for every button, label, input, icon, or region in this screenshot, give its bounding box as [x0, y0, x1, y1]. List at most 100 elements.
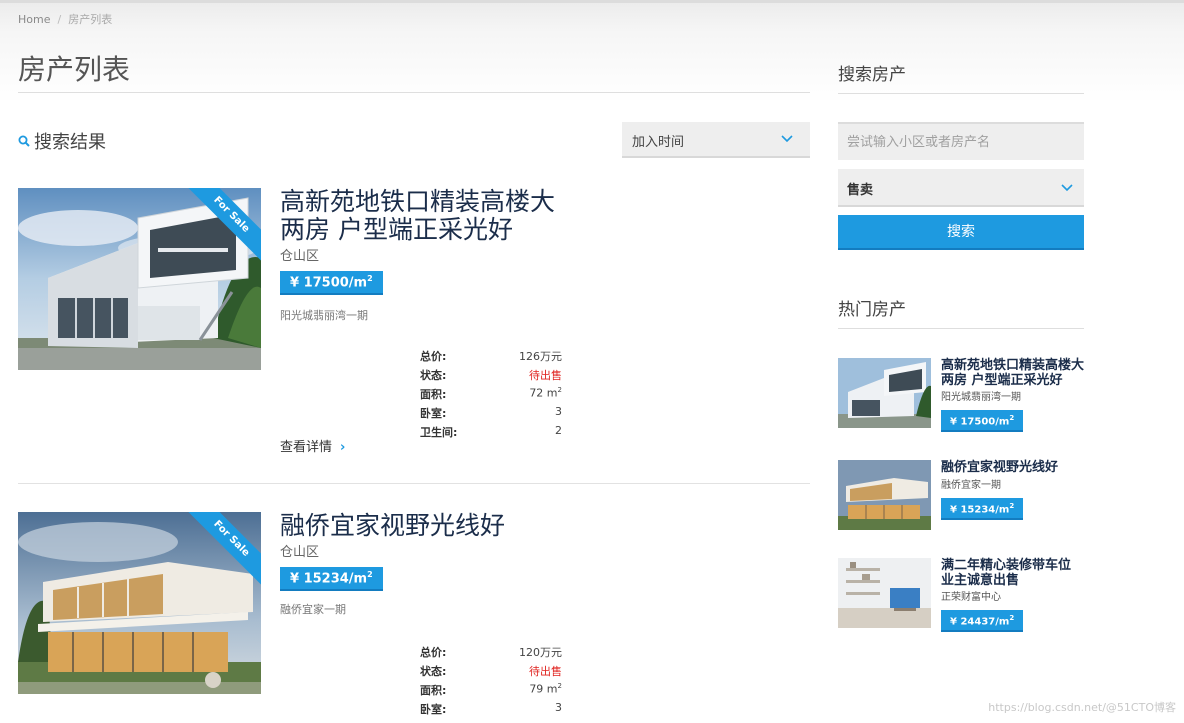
- hot-property-photo[interactable]: [838, 460, 931, 530]
- spec-table: 总价: 126万元 状态: 待出售 面积: 72 m2 卧室: 3 卫生间: 2: [420, 348, 562, 443]
- hot-property-community: 正荣财富中心: [941, 592, 1001, 603]
- search-section-title: 搜索房产: [838, 65, 906, 85]
- view-details-label: 查看详情: [280, 440, 333, 455]
- view-details-link[interactable]: 查看详情 ›: [280, 436, 345, 455]
- breadcrumb-current: 房产列表: [68, 13, 113, 26]
- price-badge: ¥ 15234/m2: [280, 567, 383, 591]
- spec-row: 状态: 待出售: [420, 663, 562, 682]
- listing-district: 仓山区: [280, 545, 320, 560]
- spec-row: 卫生间: 2: [420, 424, 562, 443]
- listing-title[interactable]: 高新苑地铁口精装高楼大两房 户型端正采光好: [280, 188, 570, 244]
- search-button[interactable]: 搜索: [838, 215, 1084, 250]
- spec-value: 72 m2: [529, 386, 562, 405]
- page-title: 房产列表: [18, 53, 131, 86]
- hot-price-badge: ¥ 24437/m2: [941, 610, 1024, 632]
- spec-key: 状态:: [420, 665, 447, 678]
- sale-type-value: 售卖: [847, 183, 874, 198]
- spec-table: 总价: 120万元 状态: 待出售 面积: 79 m2 卧室: 3: [420, 644, 562, 720]
- listing-community: 阳光城翡丽湾一期: [280, 309, 368, 322]
- top-band: [0, 0, 1184, 100]
- sort-select[interactable]: 加入时间: [622, 122, 810, 158]
- divider: [838, 93, 1084, 94]
- spec-value: 120万元: [519, 646, 562, 659]
- house-thumb-2: [838, 460, 931, 530]
- hot-property-community: 融侨宜家一期: [941, 480, 1001, 491]
- spec-row: 卧室: 3: [420, 701, 562, 720]
- hot-price-badge: ¥ 17500/m2: [941, 410, 1024, 432]
- price-unit-exponent: 2: [367, 274, 373, 283]
- area-unit-exponent: 2: [557, 386, 562, 394]
- spec-row: 面积: 72 m2: [420, 386, 562, 405]
- spec-value: 3: [555, 405, 562, 418]
- listing-card: For Sale 融侨宜家视野光线好 仓山区 ¥ 15234/m2 融侨宜家一期…: [18, 512, 810, 723]
- status-value: 待出售: [529, 665, 562, 678]
- hot-price-exponent: 2: [1009, 502, 1015, 510]
- sale-type-select[interactable]: 售卖: [838, 169, 1084, 207]
- spec-value: 126万元: [519, 350, 562, 363]
- search-input[interactable]: [838, 122, 1084, 160]
- spec-value: 79 m2: [529, 682, 562, 701]
- interior-thumb-3: [838, 558, 931, 628]
- search-icon: [18, 135, 30, 147]
- results-heading: 搜索结果: [18, 128, 106, 154]
- spec-key: 总价:: [420, 646, 447, 659]
- house-thumb-1: [838, 358, 931, 428]
- spec-key: 总价:: [420, 350, 447, 363]
- property-photo[interactable]: For Sale: [18, 188, 261, 370]
- chevron-right-icon: ›: [340, 440, 346, 455]
- spec-value: 2: [555, 424, 562, 437]
- breadcrumb: Home / 房产列表: [18, 11, 112, 27]
- listing-title[interactable]: 融侨宜家视野光线好: [280, 512, 610, 540]
- spec-row: 面积: 79 m2: [420, 682, 562, 701]
- area-unit-exponent: 2: [557, 682, 562, 690]
- divider: [18, 92, 810, 93]
- hot-property-item[interactable]: 高新苑地铁口精装高楼大两房 户型端正采光好 阳光城翡丽湾一期 ¥ 17500/m…: [838, 358, 1084, 436]
- spec-row: 卧室: 3: [420, 405, 562, 424]
- hot-price-value: ¥ 15234/m: [950, 504, 1010, 516]
- listing-district: 仓山区: [280, 249, 320, 264]
- hot-section-title: 热门房产: [838, 300, 906, 320]
- hot-property-title[interactable]: 融侨宜家视野光线好: [941, 460, 1084, 475]
- spec-row: 总价: 126万元: [420, 348, 562, 367]
- spec-row: 状态: 待出售: [420, 367, 562, 386]
- listing-community: 融侨宜家一期: [280, 603, 346, 616]
- spec-key: 卧室:: [420, 703, 447, 716]
- property-photo[interactable]: For Sale: [18, 512, 261, 694]
- hot-price-exponent: 2: [1009, 614, 1015, 622]
- spec-key: 面积:: [420, 684, 447, 697]
- chevron-down-icon: [781, 135, 793, 143]
- hot-price-value: ¥ 24437/m: [950, 616, 1010, 628]
- divider: [838, 328, 1084, 329]
- spec-key: 面积:: [420, 388, 447, 401]
- spec-row: 总价: 120万元: [420, 644, 562, 663]
- sort-value: 加入时间: [632, 135, 685, 150]
- hot-price-badge: ¥ 15234/m2: [941, 498, 1024, 520]
- hot-property-item[interactable]: 融侨宜家视野光线好 融侨宜家一期 ¥ 15234/m2: [838, 460, 1084, 532]
- hot-property-photo[interactable]: [838, 358, 931, 428]
- chevron-down-icon: [1061, 184, 1073, 192]
- spec-key: 卫生间:: [420, 426, 458, 439]
- area-value: 72 m: [529, 386, 558, 400]
- breadcrumb-home[interactable]: Home: [18, 13, 50, 26]
- price-value: ¥ 15234/m: [290, 571, 368, 587]
- hot-price-value: ¥ 17500/m: [950, 416, 1010, 428]
- price-unit-exponent: 2: [367, 570, 373, 579]
- watermark: https://blog.csdn.net/@51CTO博客: [988, 701, 1176, 714]
- hot-property-item[interactable]: 满二年精心装修带车位 业主诚意出售 正荣财富中心 ¥ 24437/m2: [838, 558, 1084, 634]
- status-value: 待出售: [529, 369, 562, 382]
- price-value: ¥ 17500/m: [290, 275, 368, 291]
- divider: [18, 483, 810, 484]
- hot-property-photo[interactable]: [838, 558, 931, 628]
- spec-value: 3: [555, 701, 562, 714]
- results-label: 搜索结果: [34, 132, 106, 153]
- spec-key: 卧室:: [420, 407, 447, 420]
- listing-card: For Sale 高新苑地铁口精装高楼大两房 户型端正采光好 仓山区 ¥ 175…: [18, 188, 810, 468]
- breadcrumb-separator: /: [57, 13, 62, 26]
- hot-property-community: 阳光城翡丽湾一期: [941, 392, 1021, 403]
- hot-property-title[interactable]: 高新苑地铁口精装高楼大两房 户型端正采光好: [941, 358, 1084, 388]
- spec-key: 状态:: [420, 369, 447, 382]
- price-badge: ¥ 17500/m2: [280, 271, 383, 295]
- hot-property-title[interactable]: 满二年精心装修带车位 业主诚意出售: [941, 558, 1084, 588]
- hot-price-exponent: 2: [1009, 414, 1015, 422]
- area-value: 79 m: [529, 682, 558, 696]
